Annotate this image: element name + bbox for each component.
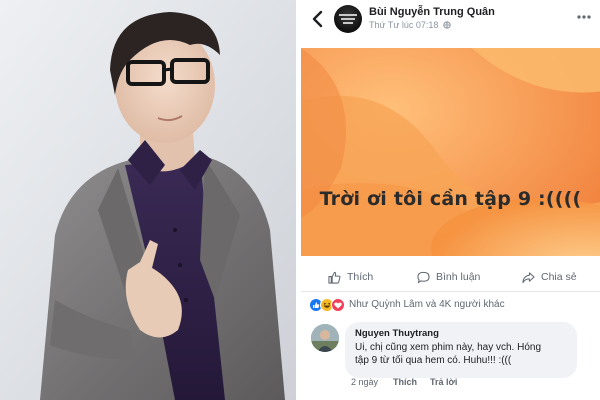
share-arrow-icon: [522, 271, 535, 283]
comment-age[interactable]: 2 ngày: [351, 377, 378, 387]
comment-like-link[interactable]: Thích: [393, 377, 417, 387]
comment-item: Nguyen Thuytrang Ui, chị cũng xem phim n…: [301, 322, 600, 400]
reaction-icons: [309, 298, 345, 312]
more-options-icon[interactable]: [577, 14, 591, 20]
comment-text-line-2: tập 9 từ tối qua hem có. Huhu!!! :(((: [355, 354, 512, 366]
post-timestamp-text[interactable]: Thứ Tư lúc 07:18: [369, 20, 438, 30]
post-caption: Trời ơi tôi cần tập 9 :((((: [319, 188, 582, 210]
comment-reply-link[interactable]: Trả lời: [430, 377, 457, 387]
comment-text: Ui, chị cũng xem phim này, hay vch. Hóng…: [355, 342, 571, 367]
facebook-post: Bùi Nguyễn Trung Quân Thứ Tư lúc 07:18 T…: [301, 0, 600, 400]
comment-icon: [417, 271, 430, 283]
comment-button-label[interactable]: Bình luận: [436, 271, 480, 283]
post-action-bar: Thích Bình luận Chia sẻ: [301, 262, 600, 292]
post-header: Bùi Nguyễn Trung Quân Thứ Tư lúc 07:18: [301, 0, 600, 42]
portrait-illustration: [0, 0, 296, 400]
share-button-label[interactable]: Chia sẻ: [541, 271, 577, 283]
portrait-photo: [0, 0, 296, 400]
comment-button[interactable]: Bình luận: [417, 269, 480, 285]
reactions-row[interactable]: Như Quỳnh Lâm và 4K người khác: [301, 296, 600, 314]
author-avatar[interactable]: [334, 5, 362, 33]
commenter-avatar-photo: [311, 324, 339, 352]
post-image[interactable]: Trời ơi tôi cần tập 9 :((((: [301, 48, 600, 256]
post-timestamp[interactable]: Thứ Tư lúc 07:18: [369, 20, 451, 30]
commenter-avatar[interactable]: [311, 324, 339, 352]
share-button[interactable]: Chia sẻ: [522, 269, 577, 285]
thumbs-up-icon: [328, 271, 341, 284]
like-button-label[interactable]: Thích: [347, 271, 373, 283]
comment-author-name[interactable]: Nguyen Thuytrang: [355, 328, 439, 339]
reactions-summary[interactable]: Như Quỳnh Lâm và 4K người khác: [349, 299, 505, 310]
comment-bubble: Nguyen Thuytrang Ui, chị cũng xem phim n…: [345, 322, 577, 378]
love-icon: [331, 298, 345, 312]
orange-background-art: [301, 48, 600, 256]
globe-icon: [443, 21, 451, 29]
post-author-name[interactable]: Bùi Nguyễn Trung Quân: [369, 6, 495, 18]
back-arrow-icon[interactable]: [311, 10, 325, 28]
like-button[interactable]: Thích: [328, 269, 373, 285]
comment-text-line-1: Ui, chị cũng xem phim này, hay vch. Hóng: [355, 342, 542, 353]
